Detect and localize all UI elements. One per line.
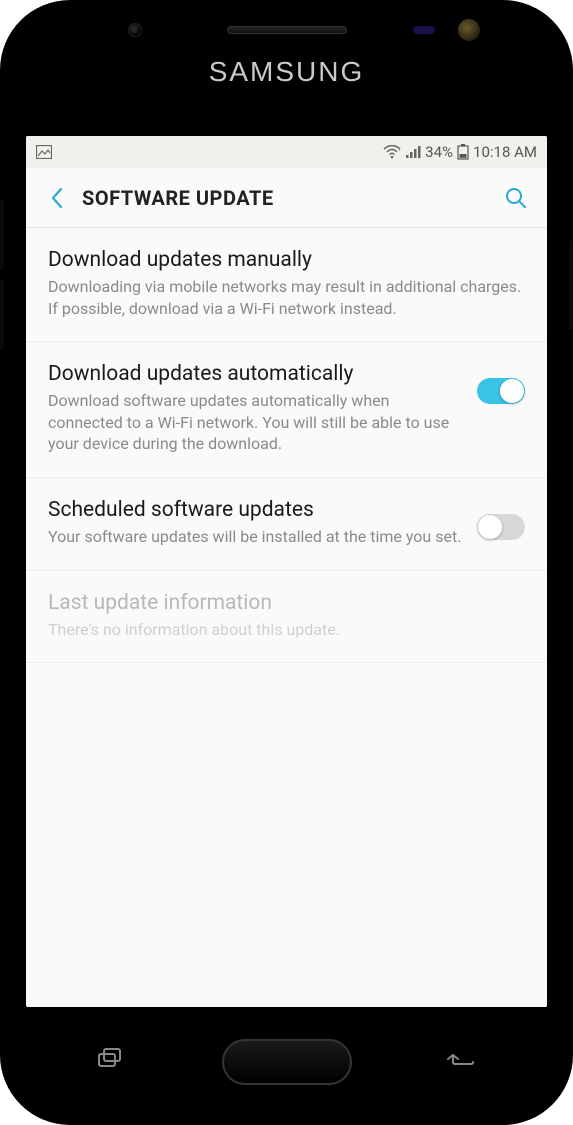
phone-body: SAMSUNG ↕ 34% [8, 8, 565, 1117]
signal-icon [405, 145, 421, 159]
search-button[interactable] [499, 181, 533, 215]
settings-list[interactable]: Download updates manually Downloading vi… [26, 228, 547, 1007]
setting-title: Download updates automatically [48, 362, 465, 386]
svg-text:↕: ↕ [398, 146, 401, 153]
setting-title: Last update information [48, 591, 525, 615]
back-button[interactable] [40, 181, 74, 215]
battery-percent: 34% [425, 143, 453, 161]
battery-icon [457, 144, 469, 160]
last-update-info-item: Last update information There's no infor… [26, 571, 547, 664]
setting-desc: Download software updates automatically … [48, 390, 465, 455]
power-button[interactable] [569, 240, 573, 330]
setting-title: Scheduled software updates [48, 498, 465, 522]
setting-desc: Downloading via mobile networks may resu… [48, 276, 525, 319]
auto-download-toggle[interactable] [477, 378, 525, 404]
top-bezel: SAMSUNG [8, 8, 565, 128]
volume-down-button[interactable] [0, 280, 4, 350]
status-time: 10:18 AM [473, 143, 537, 161]
home-button[interactable] [222, 1039, 352, 1085]
phone-frame: SAMSUNG ↕ 34% [0, 0, 573, 1125]
front-flash [458, 19, 480, 41]
scheduled-updates-item[interactable]: Scheduled software updates Your software… [26, 478, 547, 571]
earpiece-speaker [227, 26, 347, 34]
page-title: SOFTWARE UPDATE [82, 186, 274, 210]
wifi-icon: ↕ [383, 145, 401, 159]
status-bar: ↕ 34% 10:18 AM [26, 136, 547, 168]
recent-apps-button[interactable] [98, 1048, 124, 1076]
gallery-notification-icon [36, 145, 52, 159]
scheduled-toggle[interactable] [477, 514, 525, 540]
setting-desc: There's no information about this update… [48, 619, 525, 641]
screen: ↕ 34% 10:18 AM SOFTWARE UPDATE [26, 136, 547, 1007]
proximity-sensor [413, 26, 435, 34]
setting-desc: Your software updates will be installed … [48, 526, 465, 548]
hardware-back-button[interactable] [445, 1049, 475, 1075]
bottom-bezel [8, 1007, 565, 1117]
volume-up-button[interactable] [0, 200, 4, 270]
download-manually-item[interactable]: Download updates manually Downloading vi… [26, 228, 547, 342]
app-bar: SOFTWARE UPDATE [26, 168, 547, 228]
brand-logo: SAMSUNG [209, 56, 365, 88]
front-camera [128, 23, 142, 37]
setting-title: Download updates manually [48, 248, 525, 272]
download-automatically-item[interactable]: Download updates automatically Download … [26, 342, 547, 478]
